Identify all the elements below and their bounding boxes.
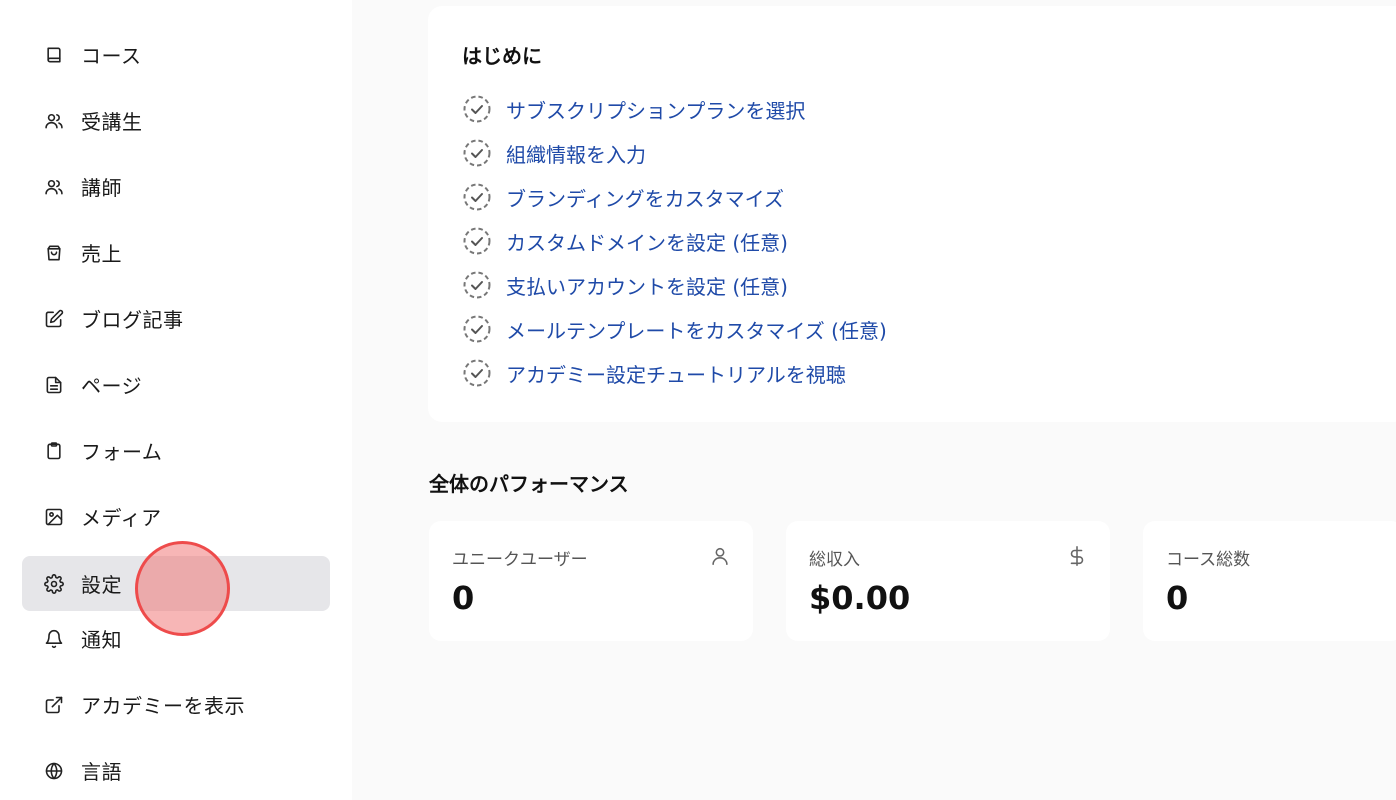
sidebar-item-language[interactable]: 言語 — [22, 743, 330, 798]
dashed-check-circle-icon — [462, 226, 492, 256]
getting-started-card: はじめに サブスクリプションプランを選択 組織情報を入力 ブランディングをカスタ… — [428, 6, 1396, 422]
sidebar-item-instructors[interactable]: 講師 — [22, 159, 330, 214]
book-icon — [44, 45, 64, 65]
stat-label: ユニークユーザー — [452, 550, 588, 570]
globe-icon — [44, 761, 64, 781]
stat-value: 0 — [1166, 579, 1189, 617]
dashed-check-circle-icon — [462, 314, 492, 344]
main-content: はじめに サブスクリプションプランを選択 組織情報を入力 ブランディングをカスタ… — [352, 0, 1396, 800]
task-label: アカデミー設定チュートリアルを視聴 — [506, 362, 846, 387]
external-link-icon — [44, 695, 64, 715]
sidebar-item-label: 言語 — [81, 760, 122, 784]
stat-card-total-revenue: 総収入 $0.00 — [786, 521, 1110, 641]
sidebar-item-label: ページ — [81, 374, 143, 398]
stat-value: $0.00 — [809, 579, 911, 617]
task-label: 支払いアカウントを設定 (任意) — [506, 274, 788, 299]
task-link[interactable]: サブスクリプションプランを選択 — [462, 93, 805, 125]
task-label: カスタムドメインを設定 (任意) — [506, 230, 788, 255]
task-label: サブスクリプションプランを選択 — [506, 98, 806, 123]
task-link[interactable]: 組織情報を入力 — [462, 137, 646, 169]
sidebar-item-settings[interactable]: 設定 — [22, 556, 330, 611]
clipboard-icon — [44, 441, 64, 461]
sidebar-item-label: ブログ記事 — [81, 308, 184, 332]
users-icon — [44, 177, 64, 197]
sidebar: コース 受講生 講師 売上 ブログ記事 ページ フォーム メディア 設定 通知 … — [0, 0, 352, 800]
sidebar-item-media[interactable]: メディア — [22, 489, 330, 544]
bell-icon — [44, 629, 64, 649]
sidebar-item-blog-posts[interactable]: ブログ記事 — [22, 291, 330, 346]
sidebar-item-label: 通知 — [81, 628, 122, 652]
dashed-check-circle-icon — [462, 94, 492, 124]
sidebar-item-label: メディア — [81, 506, 162, 530]
file-text-icon — [44, 375, 64, 395]
task-link[interactable]: 支払いアカウントを設定 (任意) — [462, 269, 788, 301]
stat-value: 0 — [452, 579, 475, 617]
sidebar-item-label: 講師 — [81, 176, 122, 200]
gear-icon — [44, 573, 64, 594]
sidebar-item-courses[interactable]: コース — [22, 27, 330, 82]
sidebar-item-pages[interactable]: ページ — [22, 357, 330, 412]
dashed-check-circle-icon — [462, 182, 492, 212]
dashed-check-circle-icon — [462, 138, 492, 168]
sidebar-item-forms[interactable]: フォーム — [22, 423, 330, 478]
task-link[interactable]: メールテンプレートをカスタマイズ (任意) — [462, 313, 887, 345]
users-icon — [44, 111, 64, 131]
sidebar-item-label: フォーム — [81, 440, 163, 464]
stat-card-total-courses: コース総数 0 — [1143, 521, 1396, 641]
sidebar-item-label: 設定 — [81, 573, 122, 597]
sidebar-item-notifications[interactable]: 通知 — [22, 611, 330, 666]
sidebar-item-label: コース — [81, 44, 142, 68]
dashed-check-circle-icon — [462, 358, 492, 388]
task-link[interactable]: カスタムドメインを設定 (任意) — [462, 225, 788, 257]
stat-card-unique-users: ユニークユーザー 0 — [429, 521, 753, 641]
stat-label: コース総数 — [1166, 550, 1251, 570]
task-link[interactable]: アカデミー設定チュートリアルを視聴 — [462, 357, 846, 389]
sidebar-item-label: アカデミーを表示 — [81, 694, 245, 718]
dollar-icon — [1066, 545, 1088, 567]
task-label: メールテンプレートをカスタマイズ (任意) — [506, 318, 887, 343]
image-icon — [44, 507, 64, 527]
sidebar-item-students[interactable]: 受講生 — [22, 93, 330, 148]
task-label: ブランディングをカスタマイズ — [506, 186, 784, 211]
task-link[interactable]: ブランディングをカスタマイズ — [462, 181, 784, 213]
user-icon — [709, 545, 731, 567]
getting-started-title: はじめに — [462, 44, 542, 68]
performance-title: 全体のパフォーマンス — [429, 472, 629, 496]
sidebar-item-view-academy[interactable]: アカデミーを表示 — [22, 677, 330, 732]
sidebar-item-label: 売上 — [81, 242, 122, 266]
edit-icon — [44, 309, 64, 329]
stat-label: 総収入 — [809, 550, 860, 570]
shopping-bag-icon — [44, 243, 64, 263]
task-label: 組織情報を入力 — [506, 142, 646, 167]
sidebar-item-sales[interactable]: 売上 — [22, 225, 330, 280]
dashed-check-circle-icon — [462, 270, 492, 300]
sidebar-item-label: 受講生 — [81, 110, 143, 134]
